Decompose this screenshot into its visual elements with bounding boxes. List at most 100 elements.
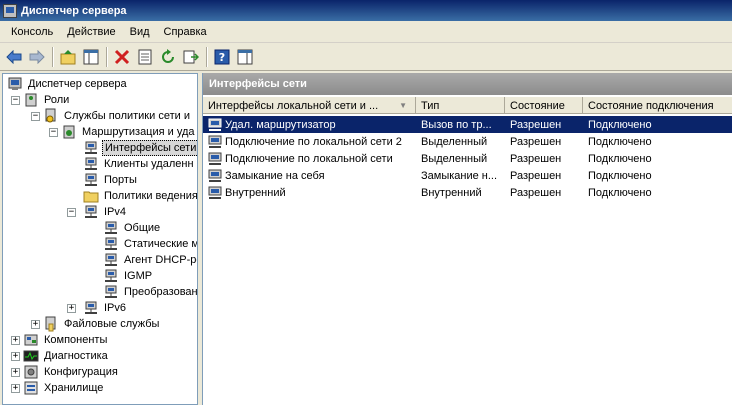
menu-view[interactable]: Вид	[123, 23, 157, 41]
tree-node-remote-clients[interactable]: Клиенты удаленн	[83, 156, 196, 172]
list-row[interactable]: Подключение по локальной сети Выделенный…	[203, 150, 732, 167]
column-header-connection-state[interactable]: Состояние подключения	[583, 97, 732, 114]
tree-node-logging-policies[interactable]: Политики ведения	[83, 188, 197, 204]
list-row[interactable]: Удал. маршрутизатор Вызов по тр... Разре…	[203, 116, 732, 133]
tree-label: Диспетчер сервера	[28, 78, 127, 90]
tree-label: Клиенты удаленн	[104, 158, 194, 170]
tree-node-diagnostics[interactable]: + Диагностика	[11, 348, 110, 364]
tree-node-storage[interactable]: + Хранилище	[11, 380, 105, 396]
collapse-icon[interactable]: −	[11, 95, 20, 105]
back-arrow-icon	[6, 50, 22, 64]
expand-icon[interactable]: +	[11, 367, 20, 377]
delete-icon	[114, 49, 130, 65]
up-one-level-button[interactable]	[57, 46, 79, 68]
igmp-icon	[103, 268, 119, 284]
tree-node-npas[interactable]: − Службы политики сети и	[31, 108, 192, 124]
tree-node-interfaces[interactable]: Интерфейсы сети	[83, 140, 197, 156]
remote-clients-icon	[83, 156, 99, 172]
tree-label: Общие	[124, 222, 161, 234]
details-title: Интерфейсы сети	[209, 78, 307, 90]
tree-label: IGMP	[124, 270, 153, 282]
help-icon: ?	[214, 49, 230, 65]
toolbar-separator	[206, 47, 208, 67]
expand-icon[interactable]: +	[31, 319, 40, 329]
list-row[interactable]: Внутренний Внутренний Разрешен Подключен…	[203, 184, 732, 201]
tree-node-roles[interactable]: − Роли	[11, 92, 71, 108]
server-manager-icon	[7, 76, 23, 92]
network-policy-icon	[43, 108, 59, 124]
tree-node-configuration[interactable]: + Конфигурация	[11, 364, 120, 380]
show-hide-action-pane-button[interactable]	[234, 46, 256, 68]
column-header-status[interactable]: Состояние	[505, 97, 583, 114]
help-button[interactable]: ?	[211, 46, 233, 68]
expand-icon[interactable]: +	[11, 351, 20, 361]
delete-button[interactable]	[111, 46, 133, 68]
menu-bar: Консоль Действие Вид Справка	[0, 21, 732, 43]
collapse-icon[interactable]: −	[49, 127, 58, 137]
tree-node-dhcp-relay[interactable]: Агент DHCP-ре	[103, 252, 197, 268]
nat-icon	[103, 284, 119, 300]
tree-label: Порты	[104, 174, 137, 186]
forward-button[interactable]	[26, 46, 48, 68]
list-header: Интерфейсы локальной сети и ... ▼ Тип Со…	[203, 97, 732, 114]
interface-connection-state: Подключено	[588, 186, 652, 199]
list-row[interactable]: Подключение по локальной сети 2 Выделенн…	[203, 133, 732, 150]
tree-label: Преобразовани	[124, 286, 198, 298]
interface-status: Разрешен	[510, 152, 562, 165]
ip-protocol-icon	[83, 204, 99, 220]
tree-label: Компоненты	[44, 334, 108, 346]
tree-node-general[interactable]: Общие	[103, 220, 162, 236]
lan-interface-icon	[208, 135, 222, 148]
column-header-type[interactable]: Тип	[416, 97, 505, 114]
general-icon	[103, 220, 119, 236]
console-tree: Диспетчер сервера − Роли − Службы полити…	[2, 73, 198, 405]
tree-node-rras[interactable]: − Маршрутизация и уда	[49, 124, 197, 140]
tree-node-features[interactable]: + Компоненты	[11, 332, 109, 348]
tree-node-static-routes[interactable]: Статические м	[103, 236, 198, 252]
export-list-button[interactable]	[180, 46, 202, 68]
interface-name: Внутренний	[225, 186, 286, 199]
back-button[interactable]	[3, 46, 25, 68]
interface-name: Удал. маршрутизатор	[225, 118, 336, 131]
loopback-interface-icon	[208, 169, 222, 182]
forward-arrow-icon	[29, 50, 45, 64]
tree-label: Хранилище	[44, 382, 104, 394]
column-header-name[interactable]: Интерфейсы локальной сети и ... ▼	[203, 97, 416, 114]
interface-type: Выделенный	[421, 135, 488, 148]
interface-connection-state: Подключено	[588, 135, 652, 148]
list-row[interactable]: Замыкание на себя Замыкание н... Разреше…	[203, 167, 732, 184]
collapse-icon[interactable]: −	[31, 111, 40, 121]
export-list-icon	[183, 50, 199, 64]
menu-action[interactable]: Действие	[60, 23, 122, 41]
tree-label: Конфигурация	[44, 366, 118, 378]
tree-node-ipv4[interactable]: − IPv4	[67, 204, 128, 220]
tree-node-nat[interactable]: Преобразовани	[103, 284, 198, 300]
interface-status: Разрешен	[510, 186, 562, 199]
diagnostics-icon	[23, 348, 39, 364]
show-hide-tree-button[interactable]	[80, 46, 102, 68]
expand-icon[interactable]: +	[11, 383, 20, 393]
tree-node-ports[interactable]: Порты	[83, 172, 139, 188]
interface-type: Вызов по тр...	[421, 118, 492, 131]
tree-node-ipv6[interactable]: + IPv6	[67, 300, 128, 316]
tree-node-file-services[interactable]: + Файловые службы	[31, 316, 161, 332]
refresh-icon	[162, 49, 174, 63]
menu-console[interactable]: Консоль	[4, 23, 60, 41]
network-interface-icon	[83, 140, 99, 156]
menu-help[interactable]: Справка	[157, 23, 214, 41]
sort-arrow-icon: ▼	[399, 101, 407, 110]
interface-type: Замыкание н...	[421, 169, 498, 182]
show-hide-tree-icon	[83, 49, 99, 65]
toolbar-separator	[106, 47, 108, 67]
title-bar: Диспетчер сервера	[0, 0, 732, 21]
properties-button[interactable]	[134, 46, 156, 68]
collapse-icon[interactable]: −	[67, 207, 76, 217]
tree-label: Статические м	[124, 238, 198, 250]
tree-node-server-manager[interactable]: Диспетчер сервера	[7, 76, 129, 92]
expand-icon[interactable]: +	[67, 303, 76, 313]
refresh-button[interactable]	[157, 46, 179, 68]
expand-icon[interactable]: +	[11, 335, 20, 345]
tree-node-igmp[interactable]: IGMP	[103, 268, 154, 284]
roles-icon	[23, 92, 39, 108]
interface-connection-state: Подключено	[588, 152, 652, 165]
